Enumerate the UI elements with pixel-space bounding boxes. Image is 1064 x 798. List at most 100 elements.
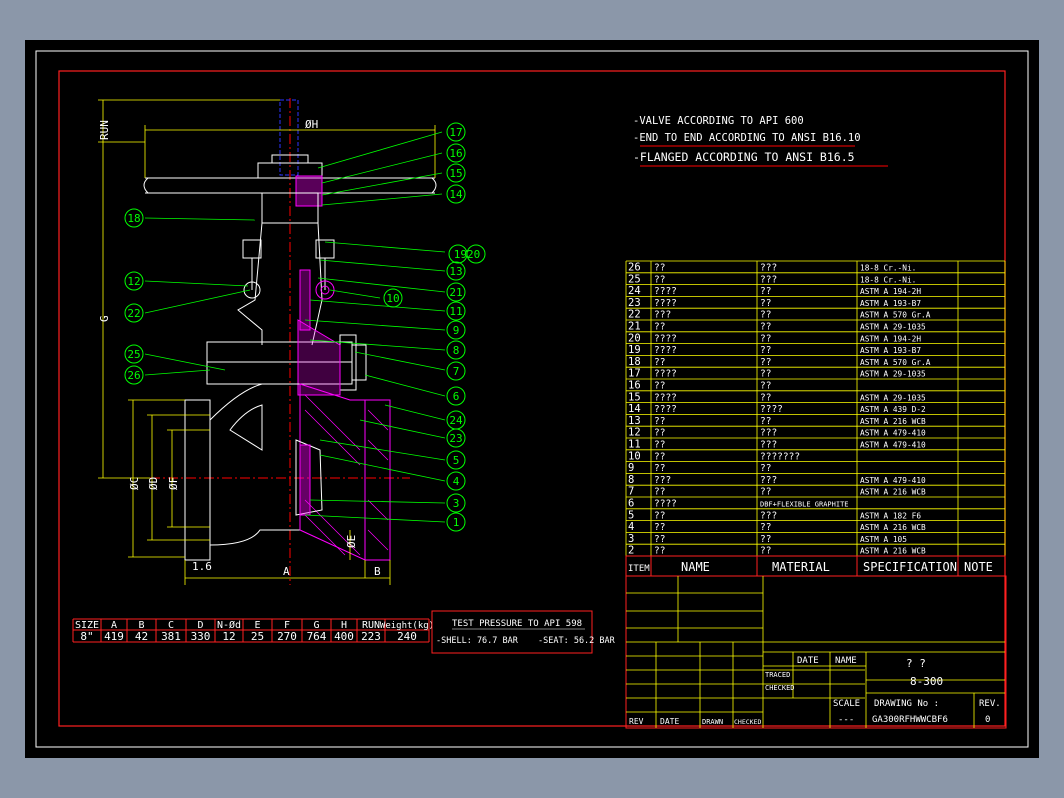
tb-scale-label: SCALE bbox=[833, 699, 860, 709]
balloon-label: 3 bbox=[453, 497, 460, 510]
part-item: 14 bbox=[628, 403, 641, 415]
part-name: ?? bbox=[654, 381, 665, 392]
part-item: 4 bbox=[628, 521, 634, 533]
part-name: ?? bbox=[654, 451, 665, 462]
part-material: ?? bbox=[760, 534, 771, 545]
part-material: ?? bbox=[760, 286, 771, 297]
part-material: ?? bbox=[760, 310, 771, 321]
part-material: ??? bbox=[760, 428, 777, 439]
balloon-label: 13 bbox=[449, 265, 462, 278]
part-name: ???? bbox=[654, 369, 677, 380]
part-material: ?? bbox=[760, 345, 771, 356]
part-name: ?? bbox=[654, 440, 665, 451]
part-material: ?? bbox=[760, 322, 771, 333]
part-material: ?? bbox=[760, 333, 771, 344]
balloon-22: 22 bbox=[124, 303, 144, 323]
part-spec: ASTM A 193-B7 bbox=[860, 346, 921, 355]
balloon-24: 24 bbox=[446, 410, 466, 430]
part-name: ???? bbox=[654, 298, 677, 309]
part-material: ?? bbox=[760, 357, 771, 368]
part-spec: ASTM A 194-2H bbox=[860, 334, 921, 343]
size-value: 8" bbox=[80, 630, 93, 643]
tb-drawing-no: GA300RFHWWCBF6 bbox=[872, 715, 948, 725]
part-spec: ASTM A 216 WCB bbox=[860, 488, 926, 497]
part-spec: ASTM A 570 Gr.A bbox=[860, 311, 931, 320]
part-item: 19 bbox=[628, 344, 641, 356]
part-material: ??? bbox=[760, 510, 777, 521]
part-item: 8 bbox=[628, 474, 634, 486]
balloon-label: 1 bbox=[453, 516, 460, 529]
part-spec: ASTM A 29-1035 bbox=[860, 393, 926, 402]
part-spec: ASTM A 479-410 bbox=[860, 476, 926, 485]
part-spec: ASTM A 29-1035 bbox=[860, 323, 926, 332]
part-name: ???? bbox=[654, 499, 677, 510]
part-item: 15 bbox=[628, 391, 641, 403]
parts-header-name: NAME bbox=[681, 560, 710, 574]
balloon-label: 25 bbox=[127, 348, 140, 361]
part-spec: ASTM A 570 Gr.A bbox=[860, 358, 931, 367]
balloon-21: 21 bbox=[446, 282, 466, 302]
part-name: ???? bbox=[654, 345, 677, 356]
tb-drawing-label: DRAWING No : bbox=[874, 699, 939, 709]
balloon-label: 16 bbox=[449, 147, 462, 160]
part-spec: ASTM A 216 WCB bbox=[860, 523, 926, 532]
balloon-label: 18 bbox=[127, 212, 140, 225]
part-material: ??????? bbox=[760, 451, 800, 462]
part-spec: 18-8 Cr.-Ni. bbox=[860, 264, 916, 273]
balloon-label: 24 bbox=[449, 414, 463, 427]
balloon-10: 10 bbox=[383, 288, 403, 308]
part-item: 3 bbox=[628, 533, 634, 545]
tb-rev-value: 0 bbox=[985, 715, 990, 725]
balloon-label: 12 bbox=[127, 275, 140, 288]
part-item: 17 bbox=[628, 368, 641, 380]
part-material: ?? bbox=[760, 463, 771, 474]
balloon-26: 26 bbox=[124, 365, 144, 385]
balloon-label: 14 bbox=[449, 188, 463, 201]
part-item: 12 bbox=[628, 427, 641, 439]
balloon-label: 22 bbox=[127, 307, 140, 320]
test-shell: -SHELL: 76.7 BAR bbox=[436, 636, 519, 646]
balloon-label: 11 bbox=[449, 305, 462, 318]
part-spec: ASTM A 439 D-2 bbox=[860, 405, 926, 414]
size-value: 240 bbox=[397, 630, 417, 643]
balloon-14: 14 bbox=[446, 184, 466, 204]
part-material: ?? bbox=[760, 546, 771, 557]
part-item: 25 bbox=[628, 273, 641, 285]
size-value: 12 bbox=[222, 630, 235, 643]
part-item: 16 bbox=[628, 380, 641, 392]
tb-name: NAME bbox=[835, 656, 857, 666]
part-item: 20 bbox=[628, 332, 641, 344]
part-spec: ASTM A 194-2H bbox=[860, 287, 921, 296]
part-name: ?? bbox=[654, 534, 665, 545]
part-item: 13 bbox=[628, 415, 641, 427]
dim-b: B bbox=[374, 565, 381, 578]
size-value: 764 bbox=[307, 630, 327, 643]
balloon-1920: 1920 bbox=[448, 244, 486, 264]
part-item: 10 bbox=[628, 450, 641, 462]
part-name: ??? bbox=[654, 310, 671, 321]
balloon-label: 8 bbox=[453, 344, 460, 357]
part-spec: 18-8 Cr.-Ni. bbox=[860, 275, 916, 284]
part-name: ?? bbox=[654, 463, 665, 474]
part-name: ?? bbox=[654, 263, 665, 274]
part-material: ??? bbox=[760, 263, 777, 274]
part-name: ?? bbox=[654, 357, 665, 368]
parts-header-item: ITEM bbox=[628, 564, 650, 574]
size-table: SIZE8"A419B42C381D330N-Ød12E25F270G764H4… bbox=[72, 618, 434, 643]
part-material: ?? bbox=[760, 522, 771, 533]
part-spec: ASTM A 29-1035 bbox=[860, 370, 926, 379]
balloon-25: 25 bbox=[124, 344, 144, 364]
dim-od: ØD bbox=[147, 477, 160, 490]
part-name: ?? bbox=[654, 416, 665, 427]
part-item: 24 bbox=[628, 285, 641, 297]
part-name: ?? bbox=[654, 322, 665, 333]
part-item: 23 bbox=[628, 297, 641, 309]
balloon-23: 23 bbox=[446, 428, 466, 448]
part-name: ?? bbox=[654, 487, 665, 498]
balloon-label: 26 bbox=[127, 369, 140, 382]
dim-oe: ØE bbox=[345, 535, 358, 548]
tb-scale-value: --- bbox=[838, 715, 854, 725]
part-spec: ASTM A 216 WCB bbox=[860, 547, 926, 556]
size-value: 330 bbox=[191, 630, 211, 643]
tb-date: DATE bbox=[797, 656, 819, 666]
